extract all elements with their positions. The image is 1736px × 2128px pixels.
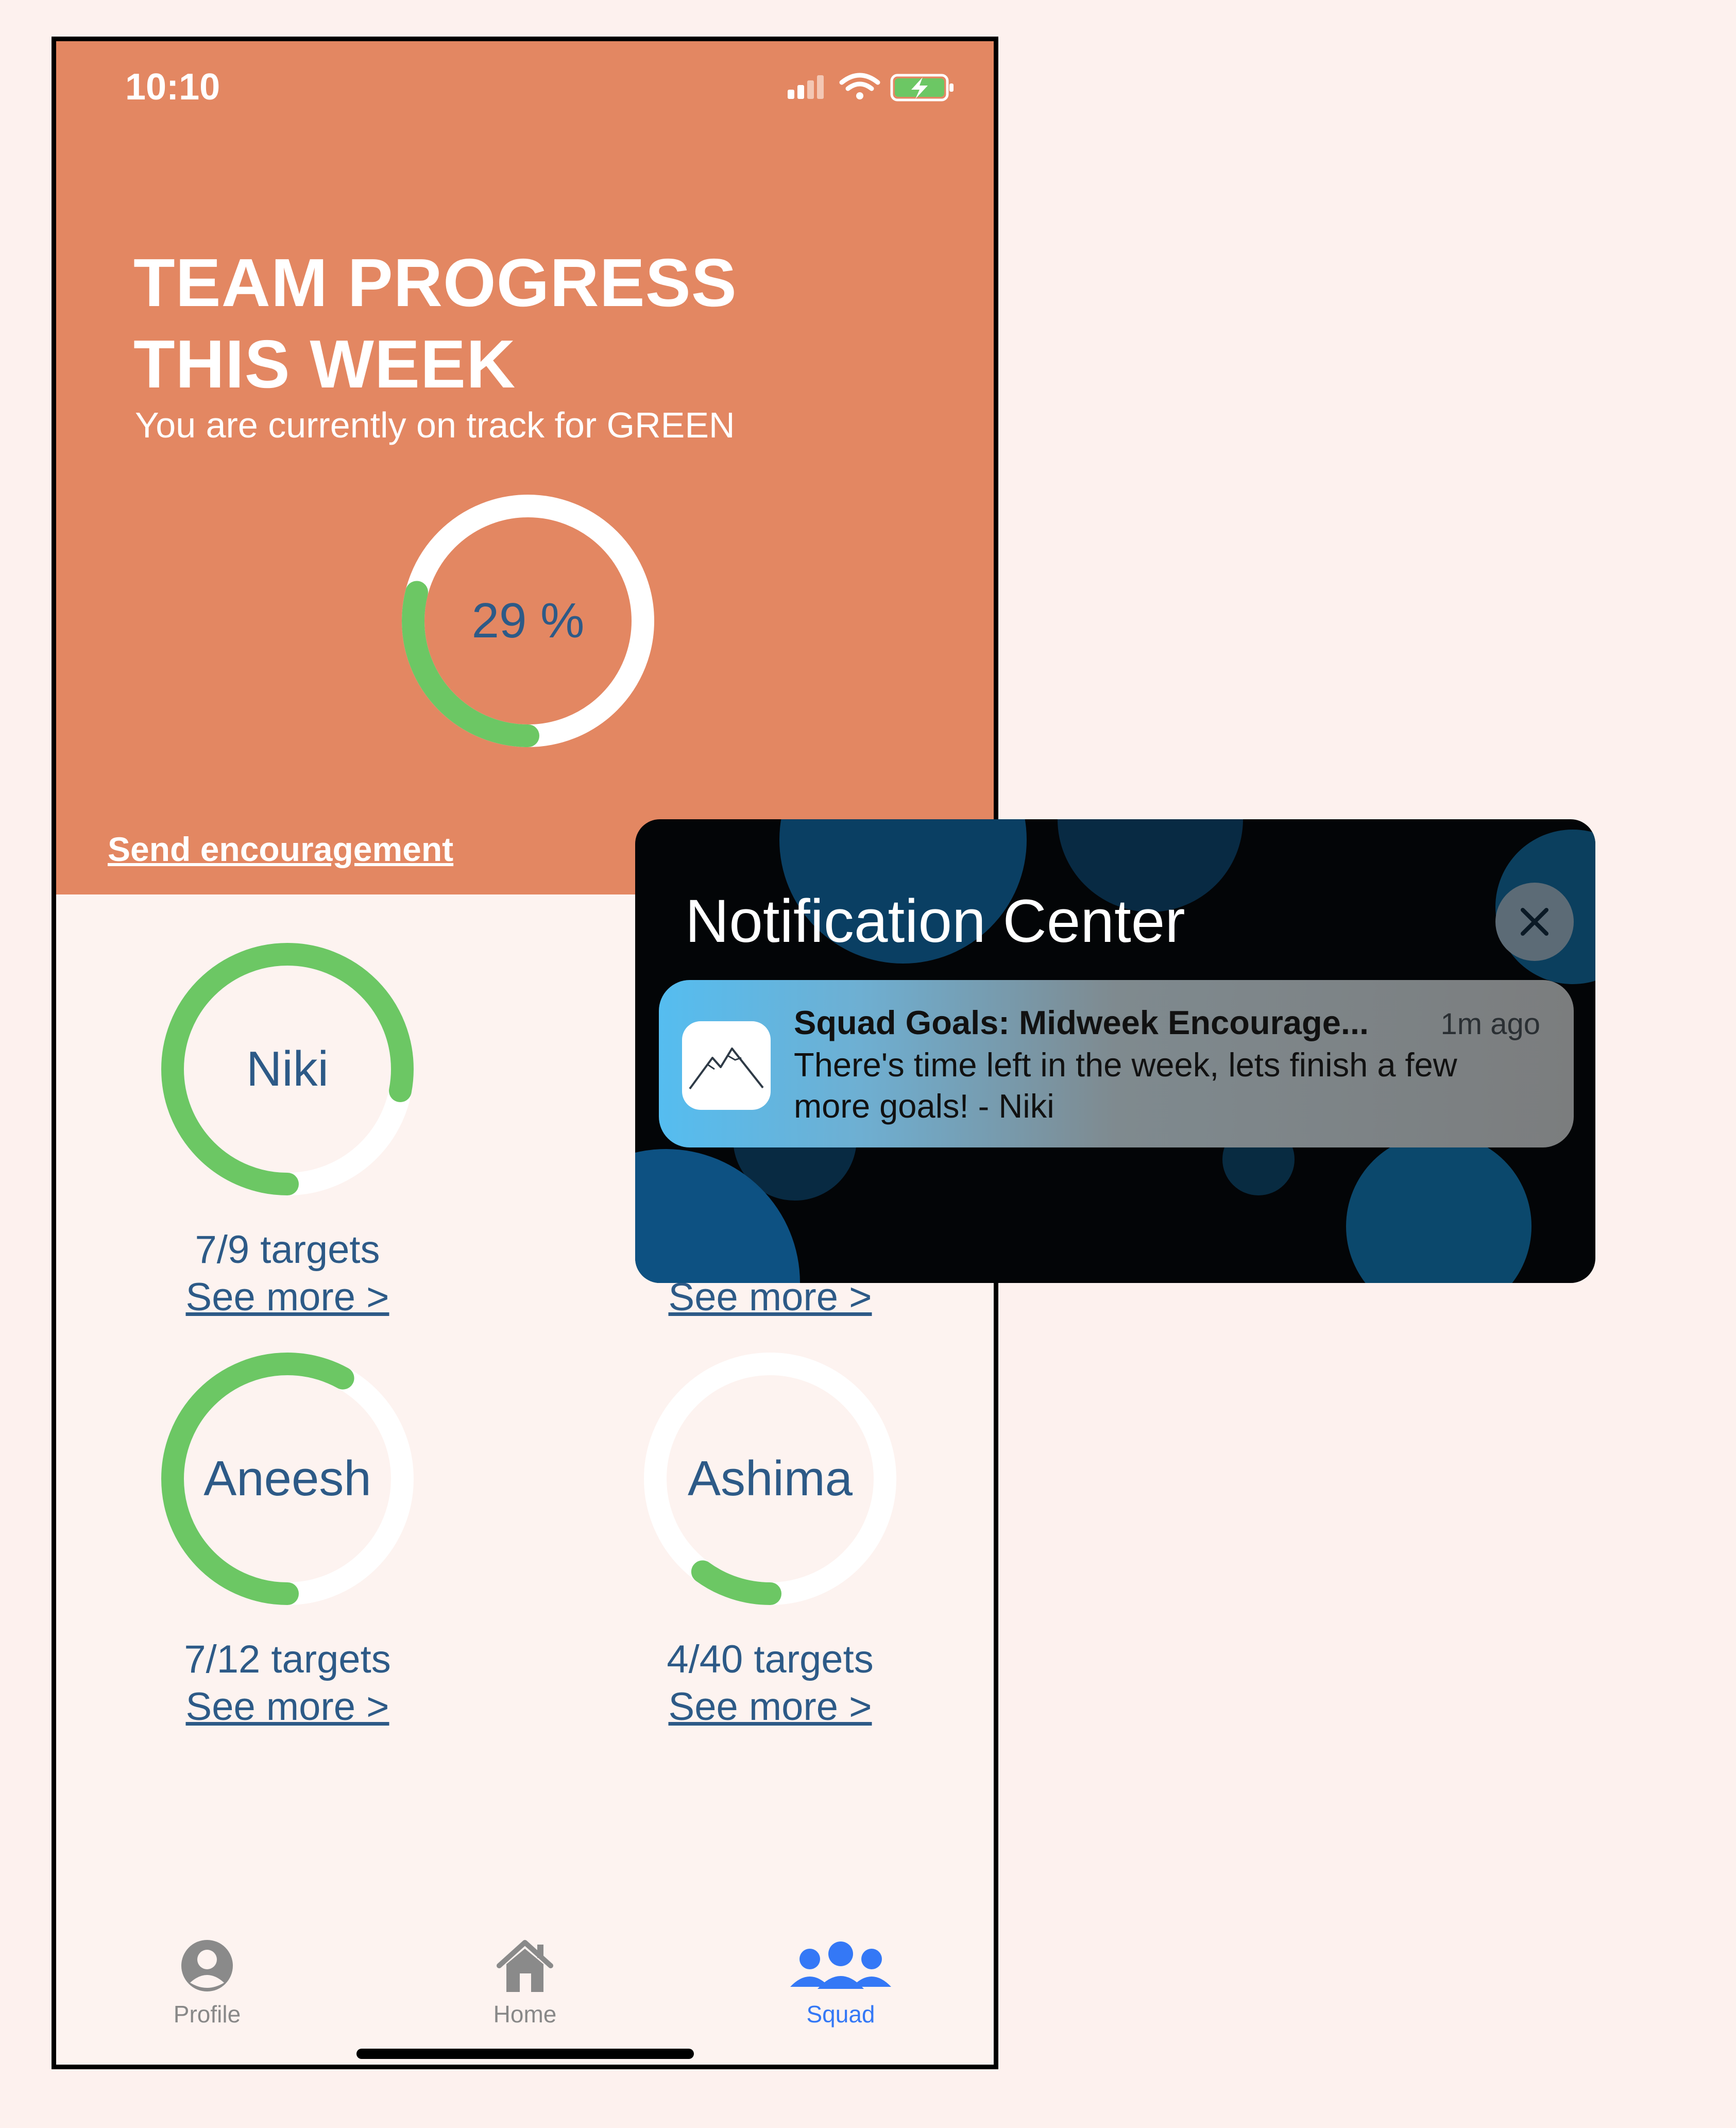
- tab-label: Home: [493, 2001, 557, 2028]
- send-encouragement-link[interactable]: Send encouragement: [108, 830, 453, 869]
- see-more-link-ashima[interactable]: See more >: [616, 1683, 925, 1731]
- battery-charging-icon: [890, 74, 954, 102]
- tab-bar: Profile Home Squad: [56, 1896, 994, 2030]
- notification-time: 1m ago: [1440, 1007, 1540, 1041]
- member-name: Ashima: [687, 1451, 853, 1506]
- see-more-link-niki[interactable]: See more >: [133, 1274, 442, 1321]
- member-name: Niki: [246, 1041, 329, 1096]
- tab-profile[interactable]: Profile: [140, 1937, 274, 2028]
- notification-center-panel: Notification Center Squad Goals: Midweek…: [635, 819, 1595, 1283]
- notification-center-title: Notification Center: [685, 887, 1185, 955]
- profile-icon: [181, 1940, 233, 1991]
- tab-squad[interactable]: Squad: [774, 1937, 908, 2028]
- member-stats-aneesh: 7/12 targets See more >: [133, 1636, 442, 1731]
- page-title-line1: TEAM PROGRESS: [133, 245, 737, 320]
- wifi-icon: [839, 73, 880, 99]
- member-stats-niki: 7/9 targets See more >: [133, 1226, 442, 1321]
- notification-body: There's time left in the week, lets fini…: [794, 1046, 1457, 1125]
- tab-home[interactable]: Home: [458, 1937, 592, 2028]
- squad-icon: [790, 1941, 891, 1989]
- member-ring-niki[interactable]: Niki: [159, 940, 416, 1198]
- status-time: 10:10: [125, 66, 220, 108]
- team-progress-header: 10:10 TEAM PROGRESS THIS WEEK You are cu…: [56, 41, 994, 894]
- tab-label: Profile: [173, 2001, 241, 2028]
- member-targets: 7/9 targets: [195, 1228, 380, 1272]
- close-icon: [1521, 908, 1548, 936]
- mountain-icon: [689, 1048, 764, 1090]
- team-progress-percent: 29 %: [471, 593, 585, 648]
- cellular-signal-icon: [788, 73, 954, 102]
- app-icon: [682, 1021, 771, 1110]
- team-progress-ring: 29 %: [399, 492, 657, 750]
- home-indicator: [356, 2049, 694, 2059]
- close-button[interactable]: [1495, 883, 1574, 961]
- member-stats-ashima: 4/40 targets See more >: [616, 1636, 925, 1731]
- home-icon: [497, 1940, 553, 1992]
- status-subtitle: You are currently on track for GREEN: [135, 405, 735, 445]
- status-icons: [788, 71, 958, 107]
- member-targets: 7/12 targets: [184, 1637, 391, 1681]
- member-ring-aneesh[interactable]: Aneesh: [159, 1350, 416, 1608]
- member-targets: 4/40 targets: [667, 1637, 874, 1681]
- page-title: TEAM PROGRESS THIS WEEK: [133, 242, 906, 405]
- tab-label: Squad: [806, 2001, 875, 2028]
- member-name: Aneesh: [203, 1451, 371, 1506]
- member-ring-ashima[interactable]: Ashima: [641, 1350, 899, 1608]
- notification-card[interactable]: Squad Goals: Midweek Encourage... 1m ago…: [659, 980, 1574, 1147]
- notification-title: Squad Goals: Midweek Encourage...: [794, 1004, 1369, 1041]
- page-title-line2: THIS WEEK: [133, 326, 516, 402]
- see-more-link-aneesh[interactable]: See more >: [133, 1683, 442, 1731]
